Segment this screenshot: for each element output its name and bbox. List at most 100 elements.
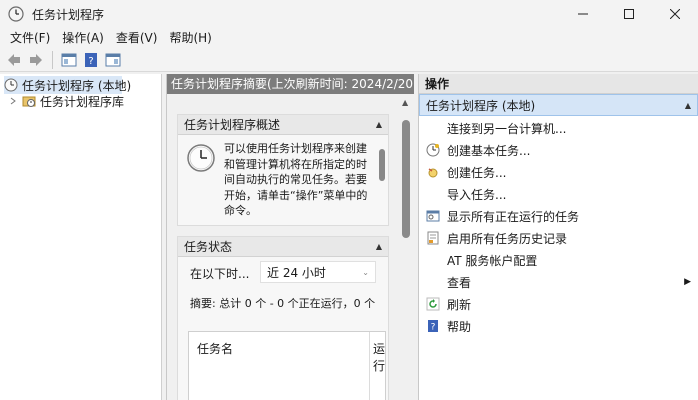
action-label: 显示所有正在运行的任务 [447,209,580,224]
history-icon [425,230,441,246]
tree-item-label: 任务计划程序 (本地) [22,78,132,93]
svg-text:?: ? [88,56,93,67]
action-label: 启用所有任务历史记录 [447,231,568,246]
scroll-up-icon[interactable]: ▲ [402,98,408,107]
action-label: 创建基本任务... [447,143,531,158]
back-button[interactable] [4,50,24,70]
collapse-caret-icon[interactable]: ▲ [376,120,382,129]
create-task-icon [425,164,441,180]
blank-icon [425,120,441,136]
time-range-select[interactable]: 近 24 小时 ⌄ [260,261,376,283]
overview-section: 任务计划程序概述 ▲ 可以使用任务计划程序来创建和管理计算机将在所指定的时间自动… [177,114,389,226]
show-hide-action-pane-button[interactable] [103,50,123,70]
running-tasks-icon [425,208,441,224]
minimize-button[interactable] [560,0,606,28]
folder-clock-icon [22,96,36,107]
window-title: 任务计划程序 [32,7,105,22]
submenu-arrow-icon: ▶ [684,277,691,287]
console-tree: 任务计划程序 (本地) 任务计划程序库 [0,74,162,400]
action-help[interactable]: ? 帮助 [419,316,698,336]
minimize-icon [578,13,588,15]
column-divider[interactable] [369,332,370,400]
action-label: 查看 [447,275,472,290]
tree-item-label: 任务计划程序库 [40,94,125,109]
overview-section-header[interactable]: 任务计划程序概述 ▲ [178,115,388,135]
action-label: 刷新 [447,297,472,312]
summary-pane: 任务计划程序摘要(上次刷新时间: 2024/2/20 0:59:0 任务计划程序… [166,74,414,400]
collapse-caret-icon[interactable]: ▲ [685,101,691,110]
window-controls [560,0,698,28]
time-range-value: 近 24 小时 [267,265,326,280]
menu-file[interactable]: 文件(F) [4,28,56,48]
close-icon [670,9,680,19]
overview-body: 可以使用任务计划程序来创建和管理计算机将在所指定的时间自动执行的常见任务。若要开… [178,135,388,223]
column-header-run[interactable]: 运行 [373,340,385,374]
blank-icon [425,252,441,268]
status-filter-label: 在以下时... [190,267,250,281]
overview-scroll-thumb[interactable] [379,149,385,181]
blank-icon [425,186,441,202]
task-scheduler-app-icon [8,6,24,22]
maximize-icon [624,9,634,19]
actions-header: 操作 [419,74,698,94]
action-import-task[interactable]: 导入任务... [419,184,698,204]
action-create-basic-task[interactable]: 创建基本任务... [419,140,698,160]
status-section-title: 任务状态 [184,240,233,254]
help-icon: ? [425,318,441,334]
summary-vertical-scrollbar[interactable]: ▲ [398,94,414,400]
menu-view[interactable]: 查看(V) [110,28,164,48]
status-section: 任务状态 ▲ 在以下时... 近 24 小时 ⌄ 摘要: 总计 0 个 - 0 … [177,236,389,400]
blank-icon [425,274,441,290]
action-label: 连接到另一台计算机... [447,121,567,136]
action-view-submenu[interactable]: 查看 ▶ [419,272,698,292]
basic-task-icon [425,142,441,158]
actions-group-task-scheduler[interactable]: 任务计划程序 (本地) ▲ [419,94,698,116]
svg-text:?: ? [431,323,436,333]
action-label: 帮助 [447,319,472,334]
action-label: 创建任务... [447,165,507,180]
help-toolbar-button[interactable]: ? [81,50,101,70]
status-body: 在以下时... 近 24 小时 ⌄ 摘要: 总计 0 个 - 0 个正在运行，0… [178,257,388,400]
forward-arrow-icon [30,53,42,66]
toolbar: ? [0,48,698,72]
dropdown-arrow-icon: ⌄ [362,267,369,277]
actions-pane: 操作 任务计划程序 (本地) ▲ 连接到另一台计算机... 创建基本任务... … [418,74,698,400]
show-hide-console-tree-button[interactable] [59,50,79,70]
column-header-task-name[interactable]: 任务名 [197,340,233,357]
overview-description: 可以使用任务计划程序来创建和管理计算机将在所指定的时间自动执行的常见任务。若要开… [224,142,368,217]
maximize-button[interactable] [606,0,652,28]
action-at-service-account[interactable]: AT 服务帐户配置 [419,250,698,270]
back-arrow-icon [8,53,20,66]
menu-help[interactable]: 帮助(H) [163,28,217,48]
menu-bar: 文件(F) 操作(A) 查看(V) 帮助(H) [0,28,698,48]
action-pane-icon [105,53,121,66]
action-enable-history[interactable]: 启用所有任务历史记录 [419,228,698,248]
task-status-table: 任务名 运行 [188,331,386,400]
forward-button[interactable] [26,50,46,70]
help-book-icon: ? [85,52,97,67]
summary-scroll-area: 任务计划程序概述 ▲ 可以使用任务计划程序来创建和管理计算机将在所指定的时间自动… [167,94,399,400]
expand-chevron-icon[interactable] [8,96,18,106]
action-show-running-tasks[interactable]: 显示所有正在运行的任务 [419,206,698,226]
toolbar-separator [52,50,53,69]
action-refresh[interactable]: 刷新 [419,294,698,314]
console-tree-icon [61,53,77,66]
action-create-task[interactable]: 创建任务... [419,162,698,182]
action-label: 导入任务... [447,187,507,202]
status-section-header[interactable]: 任务状态 ▲ [178,237,388,257]
collapse-caret-icon[interactable]: ▲ [376,242,382,251]
summary-header: 任务计划程序摘要(上次刷新时间: 2024/2/20 0:59:0 [167,74,414,94]
refresh-icon [425,296,441,312]
tree-item-task-library[interactable]: 任务计划程序库 [8,92,124,110]
actions-group-label: 任务计划程序 (本地) [426,98,536,113]
action-connect-computer[interactable]: 连接到另一台计算机... [419,118,698,138]
menu-action[interactable]: 操作(A) [56,28,110,48]
title-bar: 任务计划程序 [0,0,698,28]
action-label: AT 服务帐户配置 [447,253,538,268]
close-button[interactable] [652,0,698,28]
summary-scroll-thumb[interactable] [402,120,410,238]
overview-scrollbar[interactable] [378,139,386,217]
overview-section-title: 任务计划程序概述 [184,118,281,132]
status-summary: 摘要: 总计 0 个 - 0 个正在运行，0 个 [190,297,376,310]
clock-icon [4,78,18,92]
